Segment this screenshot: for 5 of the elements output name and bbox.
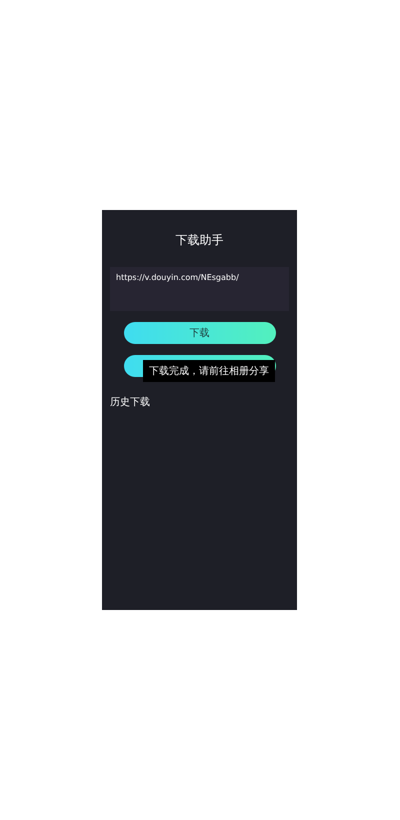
history-heading: 历史下载 [110, 396, 151, 409]
url-input-field[interactable]: https://v.douyin.com/NEsgabb/ [110, 267, 289, 311]
page-title: 下载助手 [174, 232, 224, 249]
download-complete-toast: 下载完成，请前往相册分享 [143, 360, 275, 382]
download-button[interactable]: 下载 [124, 322, 276, 344]
